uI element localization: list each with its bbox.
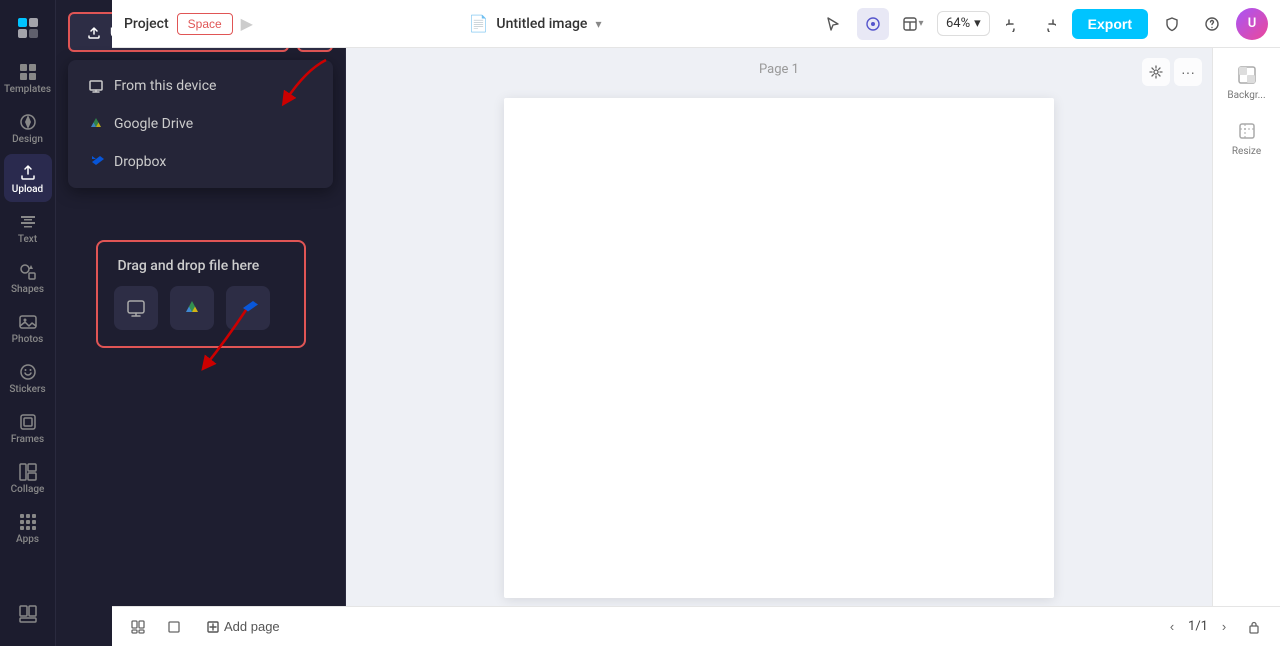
help-icon-button[interactable] xyxy=(1196,8,1228,40)
zoom-chevron: ▾ xyxy=(974,16,981,31)
layout-tool-button[interactable]: ▾ xyxy=(897,8,929,40)
sidebar-item-upload[interactable]: Upload xyxy=(4,154,52,202)
sidebar-item-templates[interactable]: Templates xyxy=(4,54,52,102)
undo-redo-group xyxy=(998,8,1064,40)
header-left: Project Space ▶ xyxy=(124,13,253,35)
upload-dropdown-menu: From this device Google Drive xyxy=(68,60,333,188)
bottom-bar: Add page ‹ 1/1 › xyxy=(112,606,1280,646)
sidebar-label-frames: Frames xyxy=(11,434,44,445)
lock-button[interactable] xyxy=(1240,613,1268,641)
redo-button[interactable] xyxy=(1032,8,1064,40)
sidebar-label-stickers: Stickers xyxy=(9,384,45,395)
drag-drop-dropbox-button[interactable] xyxy=(226,286,270,330)
undo-button[interactable] xyxy=(998,8,1030,40)
doc-title: Untitled image xyxy=(496,16,587,32)
sidebar-item-help[interactable] xyxy=(4,590,52,638)
next-page-button[interactable]: › xyxy=(1212,615,1236,639)
drag-drop-gdrive-button[interactable] xyxy=(170,286,214,330)
nav-separator: ▶ xyxy=(241,14,253,33)
right-panel-background-label: Backgr... xyxy=(1227,90,1265,101)
zoom-selector[interactable]: 64% ▾ xyxy=(937,11,990,36)
page-thumbnail-button[interactable] xyxy=(160,613,188,641)
prev-page-button[interactable]: ‹ xyxy=(1160,615,1184,639)
add-page-label: Add page xyxy=(224,619,280,634)
brand-logo[interactable] xyxy=(4,8,52,48)
right-panel-resize-label: Resize xyxy=(1232,146,1261,157)
dropdown-item-dropbox[interactable]: Dropbox xyxy=(72,144,329,180)
draw-tool-button[interactable] xyxy=(857,8,889,40)
sidebar-label-photos: Photos xyxy=(12,334,44,345)
sidebar-item-design[interactable]: Design xyxy=(4,104,52,152)
sidebar-label-upload: Upload xyxy=(12,184,43,195)
drag-drop-icons xyxy=(114,286,270,330)
sidebar-label-collage: Collage xyxy=(11,484,45,495)
right-panel-background[interactable]: Backgr... xyxy=(1217,56,1277,108)
more-dots: ··· xyxy=(1181,64,1195,80)
sidebar-item-text[interactable]: Text xyxy=(4,204,52,252)
icon-sidebar: Templates Design Upload Text xyxy=(0,0,56,646)
bottom-right: ‹ 1/1 › xyxy=(1160,613,1268,641)
canvas-white-page xyxy=(504,98,1054,598)
sidebar-label-apps: Apps xyxy=(16,534,39,545)
doc-icon: 📄 xyxy=(468,14,488,33)
sidebar-item-shapes[interactable]: Shapes xyxy=(4,254,52,302)
dropdown-item-from-device[interactable]: From this device xyxy=(72,68,329,104)
top-header: Project Space ▶ 📄 Untitled image ▾ xyxy=(112,0,1280,48)
sidebar-label-text: Text xyxy=(18,234,37,245)
sidebar-item-stickers[interactable]: Stickers xyxy=(4,354,52,402)
shield-icon-button[interactable] xyxy=(1156,8,1188,40)
drag-drop-device-button[interactable] xyxy=(114,286,158,330)
pointer-tool-button[interactable] xyxy=(817,8,849,40)
drag-drop-label: Drag and drop file here xyxy=(114,258,260,274)
right-panel: Backgr... Resize xyxy=(1212,48,1280,646)
canvas-area: Page 1 ··· xyxy=(346,48,1212,646)
sidebar-label-design: Design xyxy=(12,134,43,145)
dropdown-item-label-google-drive: Google Drive xyxy=(114,116,193,132)
user-avatar[interactable]: U xyxy=(1236,8,1268,40)
layout-chevron: ▾ xyxy=(918,18,923,29)
right-panel-resize[interactable]: Resize xyxy=(1217,112,1277,164)
dropdown-item-label-dropbox: Dropbox xyxy=(114,154,166,170)
page-more-button[interactable]: ··· xyxy=(1174,58,1202,86)
sidebar-item-collage[interactable]: Collage xyxy=(4,454,52,502)
sidebar-label-templates: Templates xyxy=(4,84,51,95)
content-area: Upload xyxy=(56,0,1280,646)
header-right: ▾ 64% ▾ xyxy=(817,8,1268,40)
header-project[interactable]: Project xyxy=(124,16,169,32)
export-button[interactable]: Export xyxy=(1072,9,1148,39)
sidebar-label-shapes: Shapes xyxy=(11,284,44,295)
header-space-button[interactable]: Space xyxy=(177,13,233,35)
zoom-level: 64% xyxy=(946,16,970,31)
header-center: 📄 Untitled image ▾ xyxy=(261,14,809,33)
sidebar-item-frames[interactable]: Frames xyxy=(4,404,52,452)
sidebar-item-apps[interactable]: Apps xyxy=(4,504,52,552)
page-label: Page 1 xyxy=(759,62,799,77)
doc-title-chevron[interactable]: ▾ xyxy=(595,17,601,31)
pages-overview-button[interactable] xyxy=(124,613,152,641)
upload-panel: Upload xyxy=(56,0,346,646)
drag-drop-area[interactable]: Drag and drop file here xyxy=(96,240,306,348)
dropdown-item-label-from-device: From this device xyxy=(114,78,216,94)
page-controls: ··· xyxy=(1142,58,1202,86)
sidebar-item-photos[interactable]: Photos xyxy=(4,304,52,352)
page-settings-button[interactable] xyxy=(1142,58,1170,86)
add-page-button[interactable]: Add page xyxy=(196,615,290,638)
page-counter: 1/1 xyxy=(1188,619,1208,634)
dropdown-item-google-drive[interactable]: Google Drive xyxy=(72,106,329,142)
